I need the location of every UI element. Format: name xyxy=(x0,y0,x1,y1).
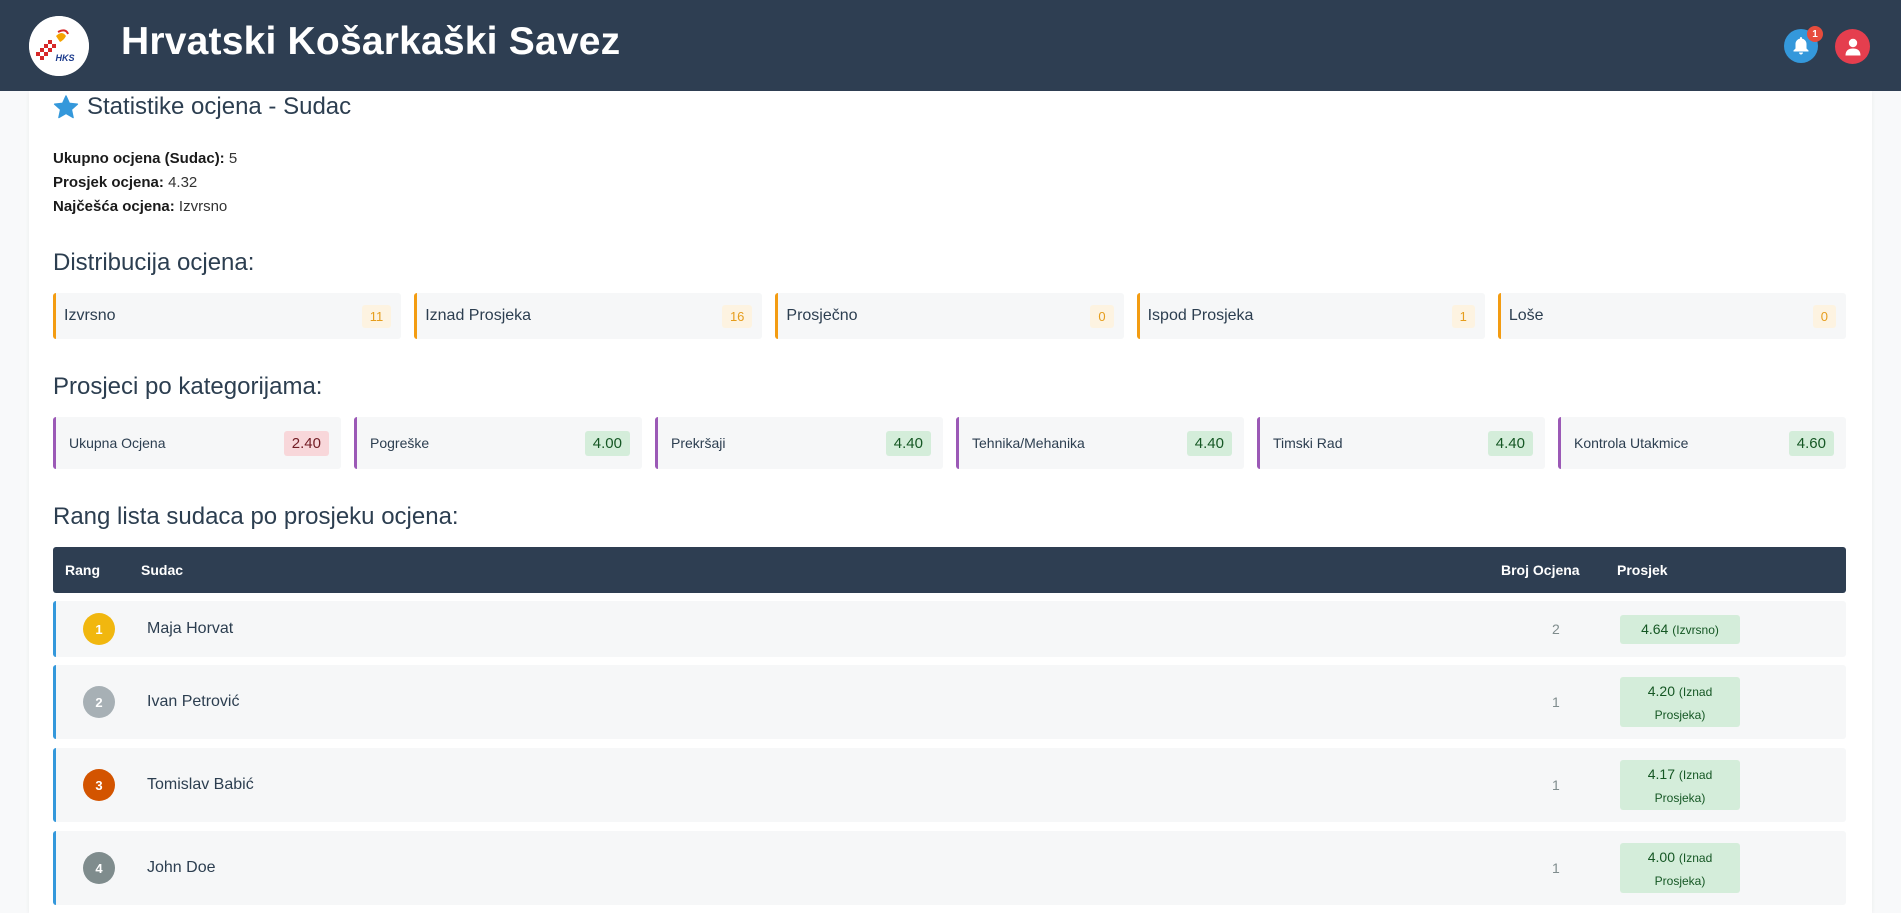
category-item: Kontrola Utakmice 4.60 xyxy=(1558,417,1846,469)
category-label: Tehnika/Mehanika xyxy=(972,435,1085,451)
category-label: Pogreške xyxy=(370,435,430,451)
category-average-badge: 4.40 xyxy=(1186,430,1232,456)
average-grade-cont: Prosjeka) xyxy=(1654,791,1706,805)
distribution-count-badge: 1 xyxy=(1451,304,1475,328)
average-badge: 4.20 (Iznad Prosjeka) xyxy=(1620,677,1740,727)
rating-count: 2 xyxy=(1552,621,1560,637)
distribution-heading: Distribucija ocjena: xyxy=(53,249,255,276)
category-label: Kontrola Utakmice xyxy=(1574,435,1689,451)
rating-count: 1 xyxy=(1552,860,1560,876)
category-label: Ukupna Ocjena xyxy=(69,435,166,451)
column-header-rank[interactable]: Rang xyxy=(65,562,100,578)
category-average-badge: 4.60 xyxy=(1788,430,1834,456)
average-value: 4.20 xyxy=(1647,683,1675,699)
distribution-label: Loše xyxy=(1508,307,1544,324)
summary-total: Ukupno ocjena (Sudac): 5 xyxy=(53,147,237,171)
distribution-count-badge: 11 xyxy=(361,304,392,328)
stats-summary: Ukupno ocjena (Sudac): 5 Prosjek ocjena:… xyxy=(53,147,237,219)
distribution-list: Izvrsno 11 Iznad Prosjeka 16 Prosječno 0 Is… xyxy=(53,293,1847,339)
average-badge: 4.64 (Izvrsno) xyxy=(1620,615,1740,644)
rank-badge: 2 xyxy=(83,686,115,718)
table-row[interactable]: 1 Maja Horvat 2 4.64 (Izvrsno) xyxy=(53,601,1846,657)
user-profile-button[interactable] xyxy=(1835,29,1870,64)
table-row[interactable]: 4 John Doe 1 4.00 (Iznad Prosjeka) xyxy=(53,831,1846,905)
average-grade: (Iznad xyxy=(1678,851,1713,865)
stats-title: Statistike ocjena - Sudac xyxy=(53,93,351,121)
distribution-label: Izvrsno xyxy=(64,307,116,324)
average-value: 4.17 xyxy=(1647,766,1675,782)
distribution-item: Iznad Prosjeka 16 xyxy=(414,293,763,339)
rank-badge: 4 xyxy=(83,852,115,884)
star-icon xyxy=(53,94,79,118)
column-header-average[interactable]: Prosjek xyxy=(1617,562,1668,578)
distribution-item: Ispod Prosjeka 1 xyxy=(1136,293,1485,339)
category-item: Prekršaji 4.40 xyxy=(655,417,943,469)
category-item: Ukupna Ocjena 2.40 xyxy=(53,417,341,469)
categories-heading: Prosjeci po kategorijama: xyxy=(53,373,323,400)
rank-badge: 1 xyxy=(83,613,115,645)
summary-most-common: Najčešća ocjena: Izvrsno xyxy=(53,195,237,219)
referee-name: Ivan Petrović xyxy=(147,693,240,710)
average-grade: (Izvrsno) xyxy=(1672,623,1719,637)
average-badge: 4.17 (Iznad Prosjeka) xyxy=(1620,760,1740,810)
category-average-badge: 4.00 xyxy=(584,430,630,456)
average-value: 4.00 xyxy=(1647,849,1675,865)
referee-name: Tomislav Babić xyxy=(147,776,254,793)
category-average-badge: 4.40 xyxy=(1487,430,1533,456)
rating-count: 1 xyxy=(1552,694,1560,710)
hks-logo[interactable]: HKS xyxy=(29,16,89,76)
bell-icon xyxy=(1793,37,1809,55)
summary-most-common-label: Najčešća ocjena: xyxy=(53,198,175,215)
distribution-label: Prosječno xyxy=(786,307,858,324)
distribution-label: Iznad Prosjeka xyxy=(425,307,532,324)
rank-badge: 3 xyxy=(83,769,115,801)
brand-title: Hrvatski Košarkaški Savez xyxy=(121,20,621,63)
distribution-count-badge: 16 xyxy=(721,304,753,328)
average-grade: (Iznad xyxy=(1678,685,1713,699)
average-badge: 4.00 (Iznad Prosjeka) xyxy=(1620,843,1740,893)
summary-average-value: 4.32 xyxy=(168,174,198,191)
summary-total-label: Ukupno ocjena (Sudac): xyxy=(53,150,225,167)
category-item: Timski Rad 4.40 xyxy=(1257,417,1545,469)
summary-average-label: Prosjek ocjena: xyxy=(53,174,164,191)
category-average-badge: 2.40 xyxy=(283,430,329,456)
rating-count: 1 xyxy=(1552,777,1560,793)
distribution-count-badge: 0 xyxy=(1812,304,1837,328)
average-grade-cont: Prosjeka) xyxy=(1654,708,1706,722)
table-row[interactable]: 2 Ivan Petrović 1 4.20 (Iznad Prosjeka) xyxy=(53,665,1846,739)
top-navbar: HKS Hrvatski Košarkaški Savez 1 xyxy=(0,0,1901,91)
summary-average: Prosjek ocjena: 4.32 xyxy=(53,171,237,195)
table-row[interactable]: 3 Tomislav Babić 1 4.17 (Iznad Prosjeka) xyxy=(53,748,1846,822)
ranking-table-header: Rang Sudac Broj Ocjena Prosjek xyxy=(53,547,1846,593)
category-item: Pogreške 4.00 xyxy=(354,417,642,469)
distribution-item: Loše 0 xyxy=(1497,293,1847,339)
category-label: Prekršaji xyxy=(671,435,726,451)
category-label: Timski Rad xyxy=(1273,435,1343,451)
distribution-count-badge: 0 xyxy=(1090,304,1114,328)
column-header-referee[interactable]: Sudac xyxy=(141,562,183,578)
referee-name: John Doe xyxy=(147,859,216,876)
stats-title-text: Statistike ocjena - Sudac xyxy=(87,93,352,120)
logo-text: HKS xyxy=(55,53,74,63)
category-list: Ukupna Ocjena 2.40 Pogreške 4.00 Prekršaji… xyxy=(53,417,1846,469)
category-item: Tehnika/Mehanika 4.40 xyxy=(956,417,1244,469)
average-grade-cont: Prosjeka) xyxy=(1654,874,1706,888)
referee-name: Maja Horvat xyxy=(147,620,234,637)
column-header-count[interactable]: Broj Ocjena xyxy=(1501,562,1580,578)
category-average-badge: 4.40 xyxy=(885,430,931,456)
summary-total-value: 5 xyxy=(228,150,238,167)
average-grade: (Iznad xyxy=(1678,768,1713,782)
average-value: 4.64 xyxy=(1641,621,1669,637)
ranking-heading: Rang lista sudaca po prosjeku ocjena: xyxy=(53,503,459,530)
distribution-label: Ispod Prosjeka xyxy=(1147,307,1254,324)
distribution-item: Prosječno 0 xyxy=(775,293,1124,339)
notification-count-badge: 1 xyxy=(1807,26,1823,42)
user-icon xyxy=(1845,38,1860,55)
summary-most-common-value: Izvrsno xyxy=(178,198,228,215)
distribution-item: Izvrsno 11 xyxy=(53,293,402,339)
